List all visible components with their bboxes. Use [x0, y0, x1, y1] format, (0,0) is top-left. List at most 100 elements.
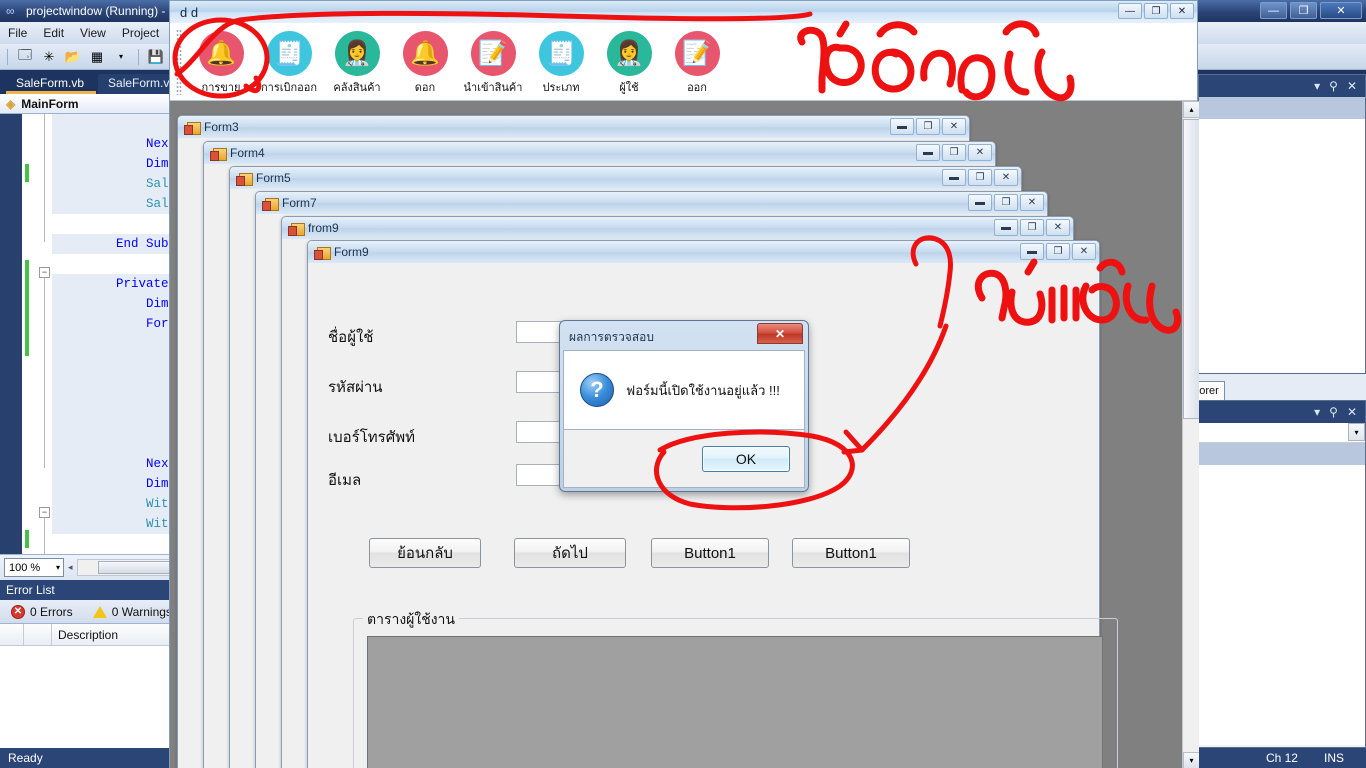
form-icon	[236, 172, 253, 186]
form4-close-button[interactable]: ✕	[968, 144, 992, 161]
message-box-text: ฟอร์มนี้เปิดใช้งานอยู่แล้ว !!!	[626, 382, 780, 398]
zoom-level-combobox[interactable]: 100 % ▾	[4, 558, 64, 577]
cash-register-icon: 🧾	[538, 31, 584, 76]
from9-restore-button[interactable]: ❐	[1020, 219, 1044, 236]
column-icon[interactable]	[0, 623, 24, 646]
properties-grid[interactable]	[1199, 465, 1365, 745]
form-icon	[184, 121, 201, 135]
properties-titlebar: ▾ ⚲ ✕	[1199, 401, 1365, 423]
vs-close-button[interactable]: ✕	[1320, 2, 1362, 19]
checklist-icon: 📝	[470, 31, 516, 76]
datagridview-users[interactable]	[367, 636, 1103, 768]
tool-button-warehouse[interactable]: 👩‍⚕️ คลังสินค้า	[324, 29, 390, 96]
pin-icon[interactable]: ⚲	[1329, 405, 1338, 419]
new-window-icon[interactable]: 🗔	[15, 47, 35, 67]
button-button1-b[interactable]: Button1	[792, 538, 910, 568]
menu-item-file[interactable]: File	[8, 26, 27, 40]
errors-filter-button[interactable]: ✕ 0 Errors	[4, 602, 80, 622]
chevron-down-icon[interactable]: ▾	[1314, 79, 1320, 93]
chevron-down-icon[interactable]: ▾	[111, 47, 131, 67]
solution-explorer-tree[interactable]	[1199, 119, 1365, 373]
close-icon[interactable]: ✕	[1347, 405, 1357, 419]
toolstrip-grip[interactable]	[176, 29, 182, 95]
tool-button-category[interactable]: 🧾 ประเภท	[528, 29, 594, 96]
form4-restore-button[interactable]: ❐	[942, 144, 966, 161]
tool-button-sales[interactable]: 🔔 การขาย	[188, 29, 254, 96]
form7-minimize-button[interactable]: ▬	[968, 194, 992, 211]
add-item-icon[interactable]: ▦	[87, 47, 107, 67]
form9-titlebar[interactable]: Form9 ▬ ❐ ✕	[308, 241, 1099, 263]
form3-titlebar[interactable]: Form3 ▬ ❐ ✕	[178, 116, 969, 138]
scroll-left-icon[interactable]: ◂	[68, 562, 73, 573]
form7-close-button[interactable]: ✕	[1020, 194, 1044, 211]
form3-minimize-button[interactable]: ▬	[890, 118, 914, 135]
app-minimize-button[interactable]: —	[1118, 3, 1142, 19]
vs-minimize-button[interactable]: —	[1260, 2, 1287, 19]
code-outlining-margin[interactable]: − −	[38, 114, 52, 554]
scrollbar-thumb[interactable]	[1183, 119, 1199, 419]
solution-explorer-titlebar: ▾ ⚲ ✕	[1199, 75, 1365, 97]
form5-close-button[interactable]: ✕	[994, 169, 1018, 186]
message-box-body: ? ฟอร์มนี้เปิดใช้งานอยู่แล้ว !!!	[563, 350, 805, 430]
form9-minimize-button[interactable]: ▬	[1020, 243, 1044, 260]
form5-minimize-button[interactable]: ▬	[942, 169, 966, 186]
form4-minimize-button[interactable]: ▬	[916, 144, 940, 161]
warnings-filter-button[interactable]: 0 Warnings	[86, 602, 179, 622]
form5-restore-button[interactable]: ❐	[968, 169, 992, 186]
close-icon[interactable]: ✕	[1347, 79, 1357, 93]
message-box-close-button[interactable]: ✕	[757, 323, 803, 344]
tool-button-interest[interactable]: 🔔 ดอก	[392, 29, 458, 96]
menu-item-edit[interactable]: Edit	[43, 26, 64, 40]
class-dropdown-label[interactable]: MainForm	[21, 97, 78, 111]
form4-titlebar[interactable]: Form4 ▬ ❐ ✕	[204, 142, 995, 164]
open-folder-icon[interactable]: 📂	[63, 47, 83, 67]
form3-restore-button[interactable]: ❐	[916, 118, 940, 135]
save-icon[interactable]: 💾	[146, 47, 166, 67]
form7-window-buttons: ▬ ❐ ✕	[968, 194, 1044, 211]
collapse-toggle[interactable]: −	[39, 507, 50, 518]
scroll-down-icon[interactable]: ▾	[1183, 752, 1199, 768]
chevron-down-icon[interactable]: ▾	[1348, 423, 1365, 441]
collapse-toggle[interactable]: −	[39, 267, 50, 278]
tab-saleform-vb-1[interactable]: SaleForm.vb	[6, 74, 97, 94]
menu-item-project[interactable]: Project	[122, 26, 159, 40]
button-back[interactable]: ย้อนกลับ	[369, 538, 481, 568]
menu-item-view[interactable]: View	[80, 26, 106, 40]
form5-titlebar[interactable]: Form5 ▬ ❐ ✕	[230, 167, 1021, 189]
from9-titlebar[interactable]: from9 ▬ ❐ ✕	[282, 217, 1073, 239]
button-button1-a[interactable]: Button1	[651, 538, 769, 568]
pin-icon[interactable]: ⚲	[1329, 79, 1338, 93]
tool-button-withdraw[interactable]: 🧾 การเบิกออก	[256, 29, 322, 96]
form3-close-button[interactable]: ✕	[942, 118, 966, 135]
chevron-down-icon[interactable]: ▾	[1314, 405, 1320, 419]
properties-object-combobox[interactable]: ▾	[1199, 423, 1365, 443]
new-item-icon[interactable]: ✳	[39, 47, 59, 67]
from9-minimize-button[interactable]: ▬	[994, 219, 1018, 236]
form9-restore-button[interactable]: ❐	[1046, 243, 1070, 260]
app-restore-button[interactable]: ❐	[1144, 3, 1168, 19]
form-icon	[288, 222, 305, 236]
vs-logo-icon: ∞	[6, 4, 15, 18]
form4-title: Form4	[230, 146, 265, 160]
bell-icon: 🔔	[402, 31, 448, 76]
question-icon: ?	[580, 373, 614, 407]
form9-close-button[interactable]: ✕	[1072, 243, 1096, 260]
label-email: อีเมล	[328, 472, 362, 489]
mdi-vertical-scrollbar[interactable]: ▴ ▾	[1182, 101, 1199, 768]
from9-close-button[interactable]: ✕	[1046, 219, 1070, 236]
ok-button[interactable]: OK	[702, 445, 790, 472]
app-close-button[interactable]: ✕	[1170, 3, 1194, 19]
tool-button-import[interactable]: 📝 นำเข้าสินค้า	[460, 29, 526, 96]
properties-toolbar	[1199, 443, 1365, 465]
scroll-up-icon[interactable]: ▴	[1183, 101, 1199, 118]
form7-titlebar[interactable]: Form7 ▬ ❐ ✕	[256, 192, 1047, 214]
vs-restore-button[interactable]: ❐	[1290, 2, 1317, 19]
tool-button-exit[interactable]: 📝 ออก	[664, 29, 730, 96]
column-number[interactable]	[24, 623, 52, 646]
form7-restore-button[interactable]: ❐	[994, 194, 1018, 211]
message-box-footer: OK	[563, 430, 805, 488]
label-username: ชื่อผู้ใช้	[328, 329, 374, 346]
tool-button-users[interactable]: 👩‍⚕️ ผู้ใช้	[596, 29, 662, 96]
button-next[interactable]: ถัดไป	[514, 538, 626, 568]
message-box[interactable]: ผลการตรวจสอบ ✕ ? ฟอร์มนี้เปิดใช้งานอยู่แ…	[559, 320, 809, 492]
